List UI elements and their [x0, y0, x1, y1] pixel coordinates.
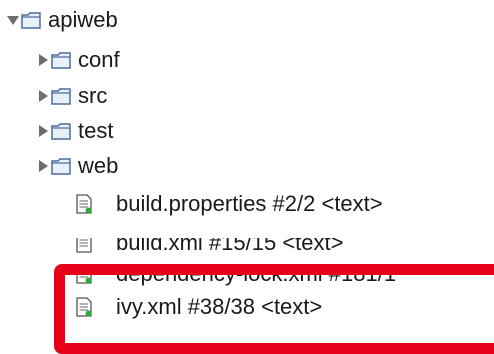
red-highlight-box [54, 264, 494, 354]
folder-icon [51, 123, 71, 140]
tree-row-label: src [78, 83, 108, 108]
tree-row-label: build.xml #15/15 <text> [116, 238, 344, 254]
tree-row-label: test [78, 118, 114, 143]
tree-row-label: conf [78, 47, 120, 72]
folder-icon [51, 52, 71, 69]
tree-row-label: web [78, 153, 119, 178]
folder-icon [21, 12, 41, 29]
tree-row-conf[interactable]: conf [39, 44, 120, 76]
folder-icon [51, 88, 71, 105]
tree-row-label: apiweb [48, 7, 118, 32]
disclosure-triangle-collapsed-icon[interactable] [39, 90, 48, 102]
text-file-icon [76, 238, 92, 253]
tree-row-apiweb[interactable]: apiweb [7, 4, 118, 36]
disclosure-triangle-collapsed-icon[interactable] [39, 160, 48, 172]
disclosure-triangle-collapsed-icon[interactable] [39, 125, 48, 137]
text-file-icon [76, 194, 92, 214]
disclosure-triangle-collapsed-icon[interactable] [39, 54, 48, 66]
tree-row-web[interactable]: web [39, 150, 118, 182]
tree-row-label: build.properties #2/2 <text> [116, 191, 383, 216]
folder-icon [51, 158, 71, 175]
tree-row-test[interactable]: test [39, 115, 113, 147]
tree-row-src[interactable]: src [39, 80, 107, 112]
tree-row-build-properties[interactable]: build.properties #2/2 <text> [76, 188, 383, 220]
tree-row-build-xml[interactable]: build.xml #15/15 <text> [76, 238, 343, 254]
disclosure-triangle-expanded-icon[interactable] [7, 15, 19, 25]
